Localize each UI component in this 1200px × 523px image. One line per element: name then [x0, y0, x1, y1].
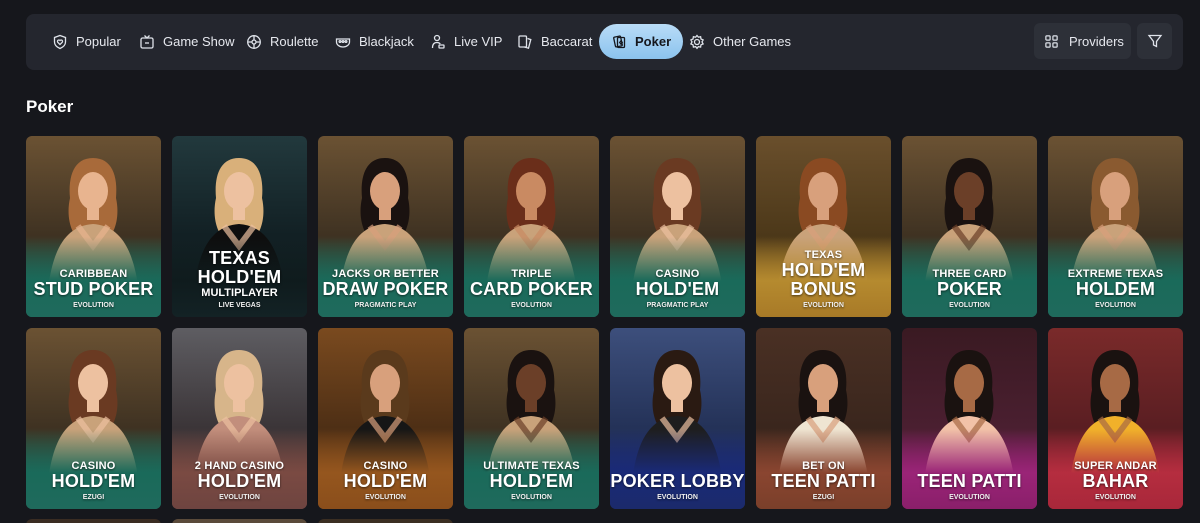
game-card[interactable]: Jacks or Better Draw Poker Pragmatic Play	[318, 136, 453, 317]
tab-label: Live VIP	[454, 34, 503, 49]
tab-live-vip[interactable]: Live VIP	[418, 24, 514, 59]
filter-button[interactable]	[1137, 23, 1172, 59]
category-bar: Popular Game Show Roulette Blackjack Liv…	[26, 14, 1183, 70]
game-title: Caribbean Stud Poker Evolution	[26, 268, 161, 311]
funnel-icon	[1147, 34, 1162, 48]
game-card[interactable]: Texas Hold'em Bonus Evolution	[756, 136, 891, 317]
tab-label: Popular	[76, 34, 121, 49]
game-title: Three Card Poker Evolution	[902, 268, 1037, 311]
game-provider: Evolution	[73, 302, 114, 309]
title-line-2: Teen Patti	[917, 471, 1022, 491]
game-title: Casino Hold'em Ezugi	[26, 460, 161, 503]
game-provider: Evolution	[949, 494, 990, 501]
grid-icon	[1045, 34, 1058, 48]
game-provider: Evolution	[1095, 494, 1136, 501]
gear-chip-icon	[689, 33, 705, 49]
title-line-2: Card Poker	[469, 279, 593, 299]
section-title: Poker	[26, 97, 74, 116]
title-line-2: Draw Poker	[322, 279, 449, 299]
tab-roulette[interactable]: Roulette	[234, 24, 330, 59]
tab-label: Baccarat	[541, 34, 593, 49]
title-line-2: Hold'em	[343, 471, 428, 491]
title-line-2: Hold'em	[489, 471, 574, 491]
game-provider: Live Vegas	[218, 302, 261, 309]
title-line-2: Holdem	[1075, 279, 1156, 299]
game-title: Casino Hold'em Evolution	[318, 460, 453, 503]
title-line-2: Stud Poker	[33, 279, 154, 299]
game-provider: Evolution	[511, 302, 552, 309]
game-title: Casino Hold'em Pragmatic Play	[610, 268, 745, 311]
game-title: Triple Card Poker Evolution	[464, 268, 599, 311]
game-card[interactable]: Teen Patti Evolution	[902, 328, 1037, 509]
game-card[interactable]: Bet On Teen Patti Ezugi	[756, 328, 891, 509]
game-provider: Pragmatic Play	[646, 302, 709, 309]
game-provider: Ezugi	[82, 494, 105, 501]
tab-popular[interactable]: Popular	[40, 24, 133, 59]
title-line-2: Teen Patti	[771, 471, 876, 491]
title-line-2: Hold'em	[197, 471, 282, 491]
game-card[interactable]: Extreme Texas Holdem Evolution	[1048, 136, 1183, 317]
game-card[interactable]: Poker Lobby Evolution	[610, 328, 745, 509]
game-card-partial[interactable]	[26, 519, 161, 523]
game-provider: Evolution	[803, 302, 844, 309]
game-title: Extreme Texas Holdem Evolution	[1048, 268, 1183, 311]
game-provider: Evolution	[365, 494, 406, 501]
game-card[interactable]: Casino Hold'em Pragmatic Play	[610, 136, 745, 317]
game-title: Poker Lobby Evolution	[610, 472, 745, 503]
tab-label: Roulette	[270, 34, 319, 49]
game-card[interactable]: Three Card Poker Evolution	[902, 136, 1037, 317]
title-line-3: Multiplayer	[201, 287, 278, 299]
game-card[interactable]: Triple Card Poker Evolution	[464, 136, 599, 317]
tab-label: Blackjack	[359, 34, 414, 49]
game-provider: Evolution	[949, 302, 990, 309]
game-title: Super Andar Bahar Evolution	[1048, 460, 1183, 503]
roulette-wheel-icon	[247, 34, 261, 49]
game-card[interactable]: 2 Hand Casino Hold'em Evolution	[172, 328, 307, 509]
tab-blackjack[interactable]: Blackjack	[323, 24, 426, 59]
game-title: 2 Hand Casino Hold'em Evolution	[172, 460, 307, 503]
game-title: Teen Patti Evolution	[902, 472, 1037, 503]
tv-icon	[140, 34, 154, 49]
poker-cards-icon	[613, 34, 626, 48]
tab-other-games[interactable]: Other Games	[677, 24, 803, 59]
blackjack-table-icon	[335, 37, 351, 48]
game-title: Bet On Teen Patti Ezugi	[756, 460, 891, 503]
game-card[interactable]: Ultimate Texas Hold'em Evolution	[464, 328, 599, 509]
game-card[interactable]: Caribbean Stud Poker Evolution	[26, 136, 161, 317]
game-card[interactable]: Texas Hold'em Multiplayer Live Vegas	[172, 136, 307, 317]
title-line-2: Hold'em Bonus	[781, 260, 866, 299]
providers-label: Providers	[1069, 33, 1124, 49]
game-provider: Ezugi	[812, 494, 835, 501]
title-line-2: Hold'em	[51, 471, 136, 491]
game-card-partial[interactable]	[172, 519, 307, 523]
cards-icon	[518, 34, 532, 49]
title-line-2: Texas Hold'em	[197, 248, 282, 287]
game-provider: Evolution	[657, 494, 698, 501]
title-line-2: Poker	[936, 279, 1002, 299]
title-line-2: Hold'em	[635, 279, 720, 299]
tab-game-show[interactable]: Game Show	[127, 24, 247, 59]
game-title: Ultimate Texas Hold'em Evolution	[464, 460, 599, 503]
title-line-2: Poker Lobby	[610, 471, 745, 491]
tab-label: Other Games	[713, 34, 792, 49]
game-title: Jacks or Better Draw Poker Pragmatic Play	[318, 268, 453, 311]
game-card[interactable]: Casino Hold'em Evolution	[318, 328, 453, 509]
game-card[interactable]: Casino Hold'em Ezugi	[26, 328, 161, 509]
game-title: Texas Hold'em Bonus Evolution	[756, 249, 891, 311]
game-card-partial[interactable]	[318, 519, 453, 523]
tab-poker[interactable]: Poker	[599, 24, 684, 59]
game-card[interactable]: Super Andar Bahar Evolution	[1048, 328, 1183, 509]
game-provider: Evolution	[511, 494, 552, 501]
providers-button[interactable]: Providers	[1034, 23, 1131, 59]
game-provider: Evolution	[219, 494, 260, 501]
tab-label: Poker	[635, 34, 672, 49]
game-title: Texas Hold'em Multiplayer Live Vegas	[172, 249, 307, 311]
dealer-icon	[431, 34, 445, 49]
game-provider: Evolution	[1095, 302, 1136, 309]
game-provider: Pragmatic Play	[354, 302, 417, 309]
tab-baccarat[interactable]: Baccarat	[505, 24, 604, 59]
title-line-2: Bahar	[1082, 471, 1149, 491]
shield-heart-icon	[53, 34, 67, 49]
tab-label: Game Show	[163, 34, 235, 49]
